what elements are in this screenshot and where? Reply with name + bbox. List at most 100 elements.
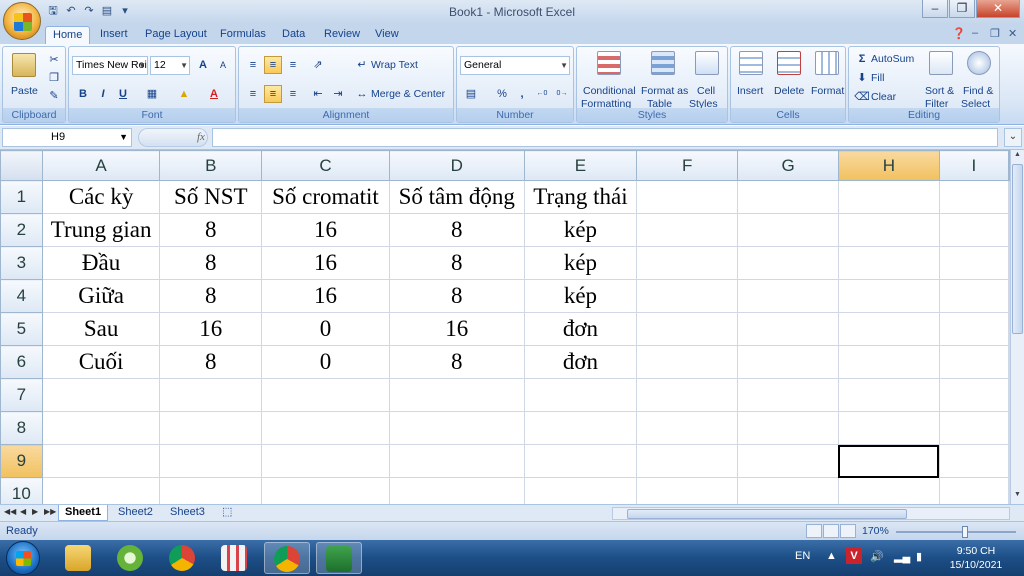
row-header[interactable]: 9 <box>0 444 43 478</box>
delete-cells-icon[interactable] <box>777 51 801 75</box>
language-indicator[interactable]: EN <box>795 550 810 562</box>
cell-c5[interactable]: 0 <box>261 312 390 346</box>
comma-button[interactable]: , <box>513 85 531 103</box>
clear-button[interactable]: Clear <box>871 91 896 103</box>
page-layout-view-icon[interactable] <box>823 524 839 538</box>
fill-icon[interactable]: ⬇ <box>853 69 871 87</box>
format-as-table-label-1[interactable]: Format as <box>641 85 688 97</box>
cell-b2[interactable]: 8 <box>159 213 263 247</box>
autosum-button[interactable]: AutoSum <box>871 53 914 65</box>
font-color-button[interactable]: A <box>205 85 223 103</box>
next-sheet-icon[interactable]: ▶ <box>32 507 38 516</box>
cell-a1[interactable]: Các kỳ <box>41 180 161 214</box>
cell-h1[interactable] <box>837 180 940 214</box>
chrome-active-taskbar[interactable] <box>264 542 310 574</box>
cell-h6[interactable] <box>837 345 940 379</box>
cell-h2[interactable] <box>837 213 940 247</box>
autosum-icon[interactable]: Σ <box>853 50 871 68</box>
clear-icon[interactable]: ⌫ <box>853 88 871 106</box>
number-format-combo[interactable]: General ▼ <box>460 56 570 75</box>
borders-icon[interactable]: ▦ <box>143 85 161 103</box>
cell-e4[interactable]: kép <box>523 279 638 313</box>
cell-c4[interactable]: 16 <box>261 279 390 313</box>
row-header[interactable]: 10 <box>0 477 43 504</box>
cell-h9[interactable] <box>837 444 940 478</box>
insert-button[interactable]: Insert <box>737 85 763 97</box>
insert-sheet-icon[interactable]: ⬚ <box>216 505 238 521</box>
cell-d6[interactable]: 8 <box>388 345 525 379</box>
column-header-e[interactable]: E <box>523 150 638 181</box>
decrease-indent-icon[interactable]: ⇤ <box>309 85 327 103</box>
cell-c9[interactable] <box>261 444 390 478</box>
cell-f2[interactable] <box>636 213 739 247</box>
cell-f7[interactable] <box>636 378 739 412</box>
align-right-icon[interactable]: ≡ <box>284 85 302 103</box>
cell-a7[interactable] <box>41 378 161 412</box>
cell-g5[interactable] <box>737 312 839 346</box>
cell-d9[interactable] <box>388 444 525 478</box>
align-top-icon[interactable]: ≡ <box>244 56 262 74</box>
cell-a6[interactable]: Cuối <box>41 345 161 379</box>
sheet-tab-1[interactable]: Sheet1 <box>58 505 109 521</box>
tab-home[interactable]: Home <box>45 26 91 44</box>
tab-review[interactable]: Review <box>324 26 360 44</box>
conditional-formatting-icon[interactable] <box>597 51 621 75</box>
first-sheet-icon[interactable]: ◀◀ <box>4 507 16 516</box>
cell-a4[interactable]: Giữa <box>41 279 161 313</box>
cell-d8[interactable] <box>388 411 525 445</box>
cell-i10[interactable] <box>938 477 1010 504</box>
cell-a8[interactable] <box>41 411 161 445</box>
font-name-combo[interactable]: Times New Roi ▼ <box>72 56 148 75</box>
cell-b9[interactable] <box>159 444 263 478</box>
battery-icon[interactable]: ▮ <box>916 550 922 563</box>
cell-b6[interactable]: 8 <box>159 345 263 379</box>
cell-h7[interactable] <box>837 378 940 412</box>
network-app-taskbar[interactable] <box>212 542 258 574</box>
cell-h3[interactable] <box>837 246 940 280</box>
cell-i2[interactable] <box>938 213 1010 247</box>
vertical-scroll-thumb[interactable] <box>1012 164 1023 334</box>
scroll-up-icon[interactable]: ▲ <box>1012 151 1023 163</box>
cell-h4[interactable] <box>837 279 940 313</box>
office-button[interactable] <box>3 2 41 40</box>
find-select-label-1[interactable]: Find & <box>963 85 993 97</box>
cell-i5[interactable] <box>938 312 1010 346</box>
cell-a10[interactable] <box>41 477 161 504</box>
cell-e10[interactable] <box>523 477 638 504</box>
merge-center-button[interactable]: Merge & Center <box>371 88 445 100</box>
restore-button[interactable]: ❐ <box>949 0 975 18</box>
cell-e5[interactable]: đơn <box>523 312 638 346</box>
cell-h5[interactable] <box>837 312 940 346</box>
cell-b1[interactable]: Số NST <box>159 180 263 214</box>
cell-a5[interactable]: Sau <box>41 312 161 346</box>
cell-d4[interactable]: 8 <box>388 279 525 313</box>
cell-g3[interactable] <box>737 246 839 280</box>
cell-f6[interactable] <box>636 345 739 379</box>
close-button[interactable]: ✕ <box>976 0 1020 18</box>
cell-g2[interactable] <box>737 213 839 247</box>
volume-icon[interactable]: 🔊 <box>870 550 884 563</box>
tab-view[interactable]: View <box>375 26 399 44</box>
horizontal-scrollbar[interactable] <box>612 507 1010 520</box>
cell-c1[interactable]: Số cromatit <box>261 180 390 214</box>
increase-decimal-icon[interactable]: ←0 <box>533 85 551 103</box>
format-cells-icon[interactable] <box>815 51 839 75</box>
percent-button[interactable]: % <box>493 85 511 103</box>
row-header[interactable]: 3 <box>0 246 43 280</box>
ribbon-minimize-icon[interactable]: – <box>972 27 978 39</box>
orientation-icon[interactable]: ⇗ <box>309 56 327 74</box>
cell-e1[interactable]: Trạng thái <box>523 180 638 214</box>
app-taskbar[interactable] <box>108 542 154 574</box>
cell-c10[interactable] <box>261 477 390 504</box>
column-header-c[interactable]: C <box>261 150 390 181</box>
cell-i6[interactable] <box>938 345 1010 379</box>
decrease-decimal-icon[interactable]: 0→ <box>553 85 571 103</box>
column-header-f[interactable]: F <box>636 150 739 181</box>
cell-f5[interactable] <box>636 312 739 346</box>
format-as-table-icon[interactable] <box>651 51 675 75</box>
cell-i8[interactable] <box>938 411 1010 445</box>
page-break-view-icon[interactable] <box>840 524 856 538</box>
cell-d1[interactable]: Số tâm động <box>388 180 525 214</box>
zoom-level[interactable]: 170% <box>862 525 889 537</box>
merge-center-icon[interactable]: ↔ <box>353 85 371 103</box>
